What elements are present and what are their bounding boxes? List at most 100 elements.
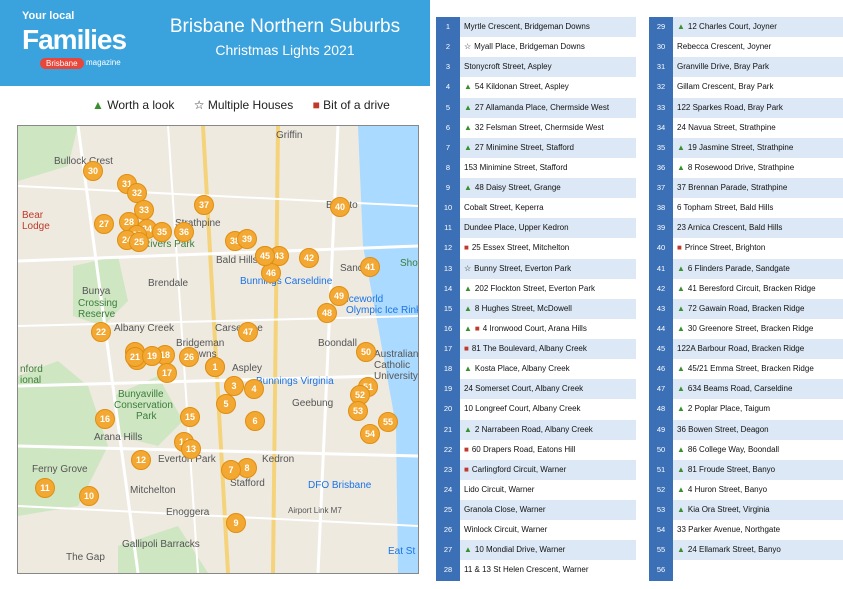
marker[interactable]: 41 [360,257,380,277]
star-icon: ☆ [464,42,472,52]
marker[interactable]: 45 [255,246,275,266]
marker[interactable]: 6 [245,411,265,431]
marker[interactable]: 5 [216,394,236,414]
address-text: 33 Parker Avenue, Northgate [677,525,781,535]
address-text: 54 Kildonan Street, Aspley [474,82,569,92]
tree-icon: ▲ [677,364,685,374]
row-number: 47 [649,379,673,400]
table-row: 45 122A Barbour Road, Bracken Ridge [649,339,843,360]
table-row: 44 ▲ 30 Greenore Street, Bracken Ridge [649,318,843,339]
marker[interactable]: 47 [238,322,258,342]
table-row: 35 ▲ 19 Jasmine Street, Strathpine [649,137,843,158]
marker[interactable]: 36 [174,222,194,242]
row-address: ■ 81 The Boulevard, Albany Creek [460,339,636,360]
marker[interactable]: 16 [95,409,115,429]
row-address: ■ Prince Street, Brighton [673,238,843,259]
address-text: 32 Felsman Street, Chermside West [474,122,604,132]
row-number: 19 [436,379,460,400]
label-airport-link: Airport Link M7 [288,506,342,515]
label-bunya: Bunya [82,286,111,297]
marker[interactable]: 12 [131,450,151,470]
row-number: 31 [649,57,673,78]
address-text: Prince Street, Brighton [684,243,766,253]
label-bunnings-carseldine: Bunnings Carseldine [240,276,333,287]
marker[interactable]: 35 [152,222,172,242]
address-text: Kia Ora Street, Virginia [687,505,770,514]
marker[interactable]: 9 [226,513,246,533]
tree-icon: ▲ [677,404,685,414]
address-text: 48 Daisy Street, Grange [474,183,561,192]
marker[interactable]: 49 [329,286,349,306]
marker[interactable]: 30 [83,161,103,181]
marker[interactable]: 19 [142,346,162,366]
marker[interactable]: 13 [181,439,201,459]
table-row: 23 ■ Carlingford Circuit, Warner [436,459,636,480]
car-icon: ■ [677,243,682,253]
table-row: 10 Cobalt Street, Keperra [436,198,636,219]
row-address: 11 & 13 St Helen Crescent, Warner [460,560,636,581]
map[interactable]: Griffin Bullock Crest Strathpine Brighto… [17,125,419,574]
car-icon: ■ [464,464,469,474]
marker[interactable]: 39 [237,229,257,249]
marker[interactable]: 17 [157,363,177,383]
row-address: Cobalt Street, Keperra [460,198,636,219]
legend-worth-label: Worth a look [107,98,175,112]
table-row: 53 ▲ Kia Ora Street, Virginia [649,500,843,521]
marker[interactable]: 40 [330,197,350,217]
row-number: 49 [649,419,673,440]
row-number: 54 [649,520,673,541]
marker[interactable]: 25 [129,232,149,252]
label-mitchelton: Mitchelton [130,485,176,496]
table-row: 24 Lido Circuit, Warner [436,479,636,500]
marker[interactable]: 4 [244,379,264,399]
label-aspley: Aspley [232,363,263,374]
marker[interactable]: 53 [348,401,368,421]
marker[interactable]: 46 [261,263,281,283]
table-column-right: 29 ▲ 12 Charles Court, Joyner 30 Rebecca Cre… [649,17,843,581]
label-bunyaville: Bunyaville [118,389,164,400]
marker[interactable]: 26 [179,347,199,367]
marker[interactable]: 7 [221,460,241,480]
tree-icon: ▲ [677,464,685,474]
row-number: 38 [649,198,673,219]
address-text: 86 College Way, Boondall [687,444,780,454]
marker[interactable]: 22 [91,322,111,342]
label-conservation: Conservation [114,400,173,411]
marker[interactable]: 10 [79,486,99,506]
row-address: ▲ 30 Greenore Street, Bracken Ridge [673,318,843,339]
logo-families: Families [22,24,127,55]
marker[interactable]: 50 [356,342,376,362]
marker[interactable]: 37 [194,195,214,215]
marker[interactable]: 15 [180,407,200,427]
row-number: 42 [649,278,673,299]
address-text: 8 Hughes Street, McDowell [474,303,572,313]
table-row: 18 ▲ Kosta Place, Albany Creek [436,359,636,380]
marker[interactable]: 3 [224,376,244,396]
row-address: ▲ 41 Beresford Circuit, Bracken Ridge [673,278,843,299]
marker[interactable]: 48 [317,303,337,323]
marker[interactable]: 42 [299,248,319,268]
row-number: 11 [436,218,460,239]
row-number: 41 [649,258,673,279]
address-text: Myrtle Crescent, Bridgeman Downs [464,22,590,31]
row-address: ▲ 634 Beams Road, Carseldine [673,379,843,400]
label-park: Park [136,411,157,422]
table-row: 16 ▲ ■ 4 Ironwood Court, Arana Hills [436,318,636,339]
row-number: 18 [436,359,460,380]
legend-multiple-label: Multiple Houses [207,98,294,112]
address-text: 12 Charles Court, Joyner [687,22,777,31]
table-row: 29 ▲ 12 Charles Court, Joyner [649,17,843,38]
car-icon: ■ [464,243,469,253]
marker[interactable]: 1 [205,357,225,377]
row-address: ▲ 24 Ellamark Street, Banyo [673,540,843,561]
car-icon: ■ [312,98,320,112]
row-address: ▲ 4 Huron Street, Banyo [673,479,843,500]
marker[interactable]: 11 [35,478,55,498]
marker[interactable]: 54 [360,424,380,444]
table-row: 1 Myrtle Crescent, Bridgeman Downs [436,17,636,38]
marker[interactable]: 27 [94,214,114,234]
row-address: ▲ 54 Kildonan Street, Aspley [460,77,636,98]
marker[interactable]: 55 [378,412,398,432]
row-number: 43 [649,298,673,319]
tree-icon: ▲ [464,122,472,132]
